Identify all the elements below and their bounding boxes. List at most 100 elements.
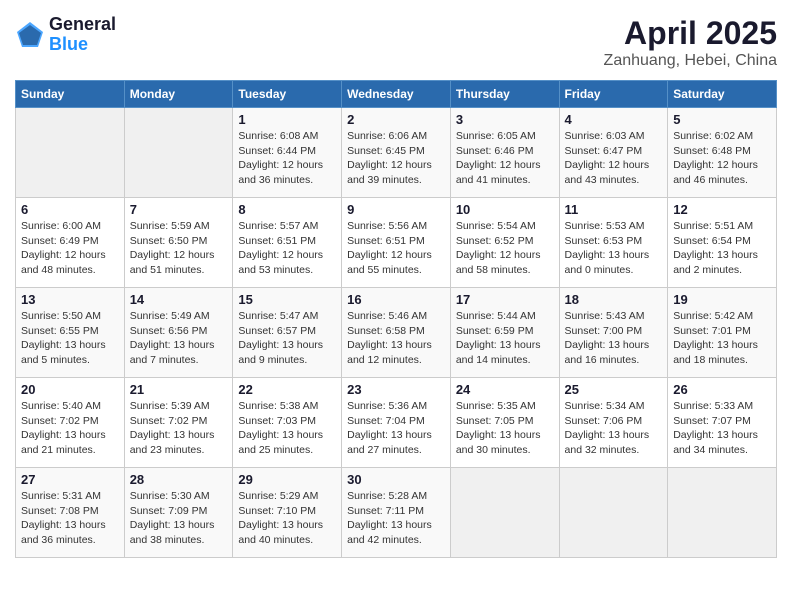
day-detail: Sunrise: 5:50 AMSunset: 6:55 PMDaylight:… — [21, 309, 119, 368]
day-detail: Sunrise: 5:53 AMSunset: 6:53 PMDaylight:… — [565, 219, 663, 278]
day-cell: 11 Sunrise: 5:53 AMSunset: 6:53 PMDayligh… — [559, 198, 668, 288]
week-row-1: 1 Sunrise: 6:08 AMSunset: 6:44 PMDaylight… — [16, 108, 777, 198]
day-detail: Sunrise: 6:03 AMSunset: 6:47 PMDaylight:… — [565, 129, 663, 188]
day-detail: Sunrise: 5:57 AMSunset: 6:51 PMDaylight:… — [238, 219, 336, 278]
day-cell: 13 Sunrise: 5:50 AMSunset: 6:55 PMDayligh… — [16, 288, 125, 378]
day-cell: 25 Sunrise: 5:34 AMSunset: 7:06 PMDayligh… — [559, 378, 668, 468]
day-number: 19 — [673, 292, 771, 307]
day-cell: 24 Sunrise: 5:35 AMSunset: 7:05 PMDayligh… — [450, 378, 559, 468]
day-number: 25 — [565, 382, 663, 397]
day-detail: Sunrise: 5:44 AMSunset: 6:59 PMDaylight:… — [456, 309, 554, 368]
day-detail: Sunrise: 5:54 AMSunset: 6:52 PMDaylight:… — [456, 219, 554, 278]
day-cell: 14Sunrise: 5:49 AMSunset: 6:56 PMDayligh… — [124, 288, 233, 378]
day-cell: 15Sunrise: 5:47 AMSunset: 6:57 PMDayligh… — [233, 288, 342, 378]
day-number: 26 — [673, 382, 771, 397]
day-cell: 8 Sunrise: 5:57 AMSunset: 6:51 PMDaylight… — [233, 198, 342, 288]
day-cell: 18Sunrise: 5:43 AMSunset: 7:00 PMDayligh… — [559, 288, 668, 378]
title-area: April 2025 Zanhuang, Hebei, China — [604, 15, 777, 70]
day-number: 23 — [347, 382, 445, 397]
day-cell: 27 Sunrise: 5:31 AMSunset: 7:08 PMDayligh… — [16, 468, 125, 558]
day-cell — [668, 468, 777, 558]
day-number: 9 — [347, 202, 445, 217]
day-number: 15 — [238, 292, 336, 307]
weekday-header-wednesday: Wednesday — [342, 81, 451, 108]
day-number: 12 — [673, 202, 771, 217]
month-title: April 2025 — [604, 15, 777, 52]
day-cell: 19Sunrise: 5:42 AMSunset: 7:01 PMDayligh… — [668, 288, 777, 378]
day-cell: 3 Sunrise: 6:05 AMSunset: 6:46 PMDaylight… — [450, 108, 559, 198]
day-number: 14 — [130, 292, 228, 307]
day-number: 20 — [21, 382, 119, 397]
day-detail: Sunrise: 6:06 AMSunset: 6:45 PMDaylight:… — [347, 129, 445, 188]
day-number: 22 — [238, 382, 336, 397]
day-cell: 2 Sunrise: 6:06 AMSunset: 6:45 PMDaylight… — [342, 108, 451, 198]
day-detail: Sunrise: 6:02 AMSunset: 6:48 PMDaylight:… — [673, 129, 771, 188]
day-number: 30 — [347, 472, 445, 487]
day-cell: 12 Sunrise: 5:51 AMSunset: 6:54 PMDayligh… — [668, 198, 777, 288]
weekday-header-friday: Friday — [559, 81, 668, 108]
day-cell: 6 Sunrise: 6:00 AMSunset: 6:49 PMDaylight… — [16, 198, 125, 288]
day-cell: 1 Sunrise: 6:08 AMSunset: 6:44 PMDaylight… — [233, 108, 342, 198]
day-cell: 30 Sunrise: 5:28 AMSunset: 7:11 PMDayligh… — [342, 468, 451, 558]
day-number: 27 — [21, 472, 119, 487]
day-cell: 5Sunrise: 6:02 AMSunset: 6:48 PMDaylight… — [668, 108, 777, 198]
day-cell: 22 Sunrise: 5:38 AMSunset: 7:03 PMDayligh… — [233, 378, 342, 468]
day-detail: Sunrise: 5:30 AMSunset: 7:09 PMDaylight:… — [130, 489, 228, 548]
day-cell — [124, 108, 233, 198]
day-cell: 9 Sunrise: 5:56 AMSunset: 6:51 PMDaylight… — [342, 198, 451, 288]
day-number: 24 — [456, 382, 554, 397]
day-detail: Sunrise: 5:31 AMSunset: 7:08 PMDaylight:… — [21, 489, 119, 548]
day-detail: Sunrise: 6:05 AMSunset: 6:46 PMDaylight:… — [456, 129, 554, 188]
day-detail: Sunrise: 5:34 AMSunset: 7:06 PMDaylight:… — [565, 399, 663, 458]
week-row-5: 27 Sunrise: 5:31 AMSunset: 7:08 PMDayligh… — [16, 468, 777, 558]
day-detail: Sunrise: 6:00 AMSunset: 6:49 PMDaylight:… — [21, 219, 119, 278]
day-cell: 28 Sunrise: 5:30 AMSunset: 7:09 PMDayligh… — [124, 468, 233, 558]
day-cell — [559, 468, 668, 558]
logo-icon — [15, 20, 45, 50]
day-number: 11 — [565, 202, 663, 217]
day-number: 8 — [238, 202, 336, 217]
logo-general-text: General — [49, 15, 116, 35]
day-number: 6 — [21, 202, 119, 217]
weekday-header-monday: Monday — [124, 81, 233, 108]
day-detail: Sunrise: 5:28 AMSunset: 7:11 PMDaylight:… — [347, 489, 445, 548]
day-number: 4 — [565, 112, 663, 127]
week-row-3: 13 Sunrise: 5:50 AMSunset: 6:55 PMDayligh… — [16, 288, 777, 378]
day-number: 1 — [238, 112, 336, 127]
day-detail: Sunrise: 5:35 AMSunset: 7:05 PMDaylight:… — [456, 399, 554, 458]
day-detail: Sunrise: 5:38 AMSunset: 7:03 PMDaylight:… — [238, 399, 336, 458]
day-number: 28 — [130, 472, 228, 487]
day-detail: Sunrise: 5:29 AMSunset: 7:10 PMDaylight:… — [238, 489, 336, 548]
day-cell: 16Sunrise: 5:46 AMSunset: 6:58 PMDayligh… — [342, 288, 451, 378]
day-cell: 10Sunrise: 5:54 AMSunset: 6:52 PMDayligh… — [450, 198, 559, 288]
day-number: 21 — [130, 382, 228, 397]
day-cell: 21Sunrise: 5:39 AMSunset: 7:02 PMDayligh… — [124, 378, 233, 468]
weekday-header-row: SundayMondayTuesdayWednesdayThursdayFrid… — [16, 81, 777, 108]
calendar-table: SundayMondayTuesdayWednesdayThursdayFrid… — [15, 80, 777, 558]
day-cell: 29 Sunrise: 5:29 AMSunset: 7:10 PMDayligh… — [233, 468, 342, 558]
day-detail: Sunrise: 5:43 AMSunset: 7:00 PMDaylight:… — [565, 309, 663, 368]
day-cell: 4 Sunrise: 6:03 AMSunset: 6:47 PMDaylight… — [559, 108, 668, 198]
day-detail: Sunrise: 5:36 AMSunset: 7:04 PMDaylight:… — [347, 399, 445, 458]
day-number: 3 — [456, 112, 554, 127]
day-detail: Sunrise: 5:59 AMSunset: 6:50 PMDaylight:… — [130, 219, 228, 278]
day-number: 2 — [347, 112, 445, 127]
day-cell: 20Sunrise: 5:40 AMSunset: 7:02 PMDayligh… — [16, 378, 125, 468]
day-number: 29 — [238, 472, 336, 487]
day-cell: 7Sunrise: 5:59 AMSunset: 6:50 PMDaylight… — [124, 198, 233, 288]
day-detail: Sunrise: 5:46 AMSunset: 6:58 PMDaylight:… — [347, 309, 445, 368]
week-row-2: 6 Sunrise: 6:00 AMSunset: 6:49 PMDaylight… — [16, 198, 777, 288]
page-header: General Blue April 2025 Zanhuang, Hebei,… — [15, 15, 777, 70]
weekday-header-thursday: Thursday — [450, 81, 559, 108]
location-title: Zanhuang, Hebei, China — [604, 52, 777, 70]
day-detail: Sunrise: 5:56 AMSunset: 6:51 PMDaylight:… — [347, 219, 445, 278]
day-number: 13 — [21, 292, 119, 307]
weekday-header-saturday: Saturday — [668, 81, 777, 108]
weekday-header-sunday: Sunday — [16, 81, 125, 108]
day-detail: Sunrise: 5:51 AMSunset: 6:54 PMDaylight:… — [673, 219, 771, 278]
day-cell — [450, 468, 559, 558]
day-detail: Sunrise: 5:33 AMSunset: 7:07 PMDaylight:… — [673, 399, 771, 458]
logo-blue-text: Blue — [49, 35, 116, 55]
day-detail: Sunrise: 6:08 AMSunset: 6:44 PMDaylight:… — [238, 129, 336, 188]
day-cell — [16, 108, 125, 198]
